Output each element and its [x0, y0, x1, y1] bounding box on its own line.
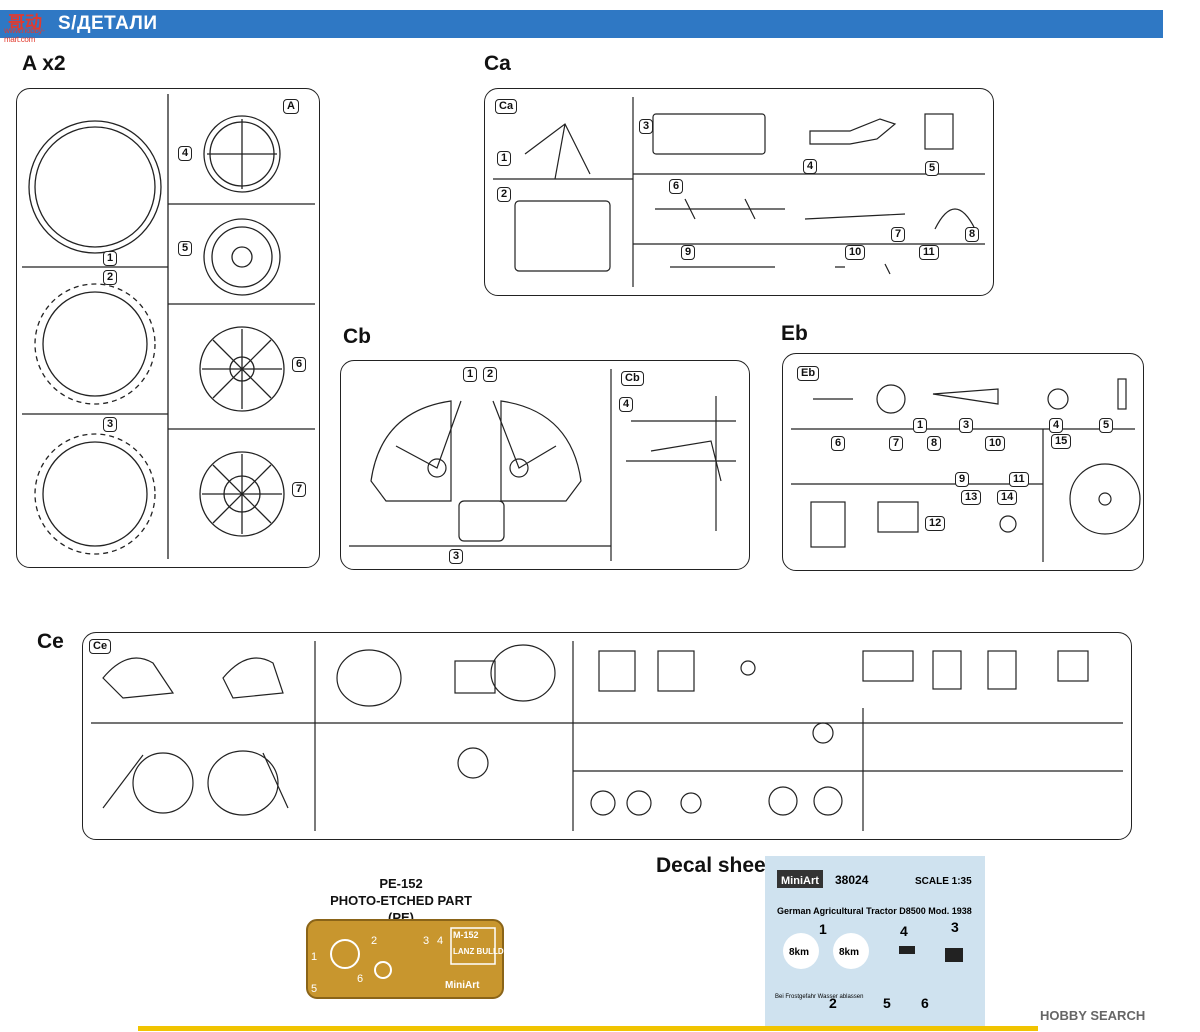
- section-label-ce: Ce: [37, 630, 64, 653]
- part-label: 8: [965, 227, 980, 242]
- part-label: 3: [959, 418, 974, 433]
- decal-drawing: MiniArt 38024 SCALE 1:35 German Agricult…: [775, 870, 972, 1011]
- part-label: 11: [919, 245, 939, 260]
- svg-text:5: 5: [311, 983, 317, 995]
- svg-text:38024: 38024: [835, 873, 869, 887]
- svg-text:LANZ BULLDOG: LANZ BULLDOG: [453, 947, 505, 956]
- sprue-eb: Eb 1 2 3 4 5 6 7 8 9 10 11 12 13 14 15: [782, 353, 1144, 571]
- part-label: 11: [1009, 472, 1029, 487]
- part-label: 9: [955, 472, 970, 487]
- svg-text:2: 2: [371, 935, 377, 947]
- sprue-tag-ca: Ca: [495, 99, 518, 114]
- part-label: 4: [803, 159, 818, 174]
- part-label: 14: [997, 490, 1018, 505]
- section-label-cb: Cb: [343, 325, 371, 348]
- part-label: 2: [483, 367, 498, 382]
- part-label: 4: [619, 397, 634, 412]
- part-label: 6: [831, 436, 846, 451]
- sprue-a: A 1 2 3 4 5 6 7: [16, 88, 320, 568]
- svg-text:6: 6: [921, 995, 929, 1011]
- part-label: 1: [497, 151, 512, 166]
- part-label: 7: [891, 227, 906, 242]
- part-label: 15: [1051, 434, 1072, 449]
- part-label: 10: [845, 245, 866, 260]
- svg-text:4: 4: [437, 935, 443, 947]
- svg-text:3: 3: [423, 935, 429, 947]
- sprue-tag-ce: Ce: [89, 639, 112, 654]
- svg-text:4: 4: [900, 923, 908, 939]
- sprue-a-drawing: [22, 94, 315, 559]
- sprue-ca: Ca 1 2 3 4 5 6 7 8 9 10 11: [484, 88, 994, 296]
- part-label: 10: [985, 436, 1006, 451]
- part-label: 3: [103, 417, 118, 432]
- part-label: 2: [497, 187, 512, 202]
- section-label-ca: Ca: [484, 52, 511, 75]
- part-label: 2: [103, 270, 118, 285]
- footer-rule: [138, 1026, 1038, 1031]
- decal-sheet: MiniArt 38024 SCALE 1:35 German Agricult…: [765, 856, 985, 1026]
- sprue-ce-drawing: [91, 641, 1123, 831]
- part-label: 1: [913, 418, 928, 433]
- part-label: 3: [639, 119, 654, 134]
- svg-text:5: 5: [883, 995, 891, 1011]
- watermark-hobbysearch: HOBBY SEARCH: [1040, 1008, 1146, 1023]
- part-label: 5: [925, 161, 940, 176]
- part-label: 7: [292, 482, 307, 497]
- part-label: 9: [681, 245, 696, 260]
- decal-title: Decal sheet: [656, 854, 773, 877]
- part-label: 5: [178, 241, 193, 256]
- sprue-cb: 1 2 3 4 Cb: [340, 360, 750, 570]
- page-title: S/ДЕТАЛИ: [58, 13, 158, 34]
- svg-text:8km: 8km: [789, 947, 809, 958]
- part-label: 1: [463, 367, 478, 382]
- svg-text:1: 1: [819, 921, 827, 937]
- pe-fret: M-152 LANZ BULLDOG MiniArt 2 3 4 5 6 1: [306, 919, 505, 999]
- sprue-ce: Ce: [82, 632, 1132, 840]
- sprue-eb-drawing: [791, 378, 1141, 562]
- part-label: 4: [1049, 418, 1064, 433]
- svg-text:Bei Frostgefahr Wasser ablasse: Bei Frostgefahr Wasser ablassen: [775, 994, 863, 1000]
- watermark-logo: 哥动 www.hobby-mart.com: [4, 13, 45, 44]
- part-label: 13: [961, 490, 982, 505]
- section-label-eb: Eb: [781, 322, 808, 345]
- part-label: 8: [927, 436, 942, 451]
- svg-text:6: 6: [357, 973, 363, 985]
- part-label: 5: [1099, 418, 1114, 433]
- svg-text:German Agricultural Tractor D8: German Agricultural Tractor D8500 Mod. 1…: [777, 906, 972, 916]
- sprue-cb-drawing: [349, 369, 736, 561]
- sprue-ca-drawing: [493, 97, 985, 287]
- svg-text:MiniArt: MiniArt: [445, 980, 480, 991]
- svg-text:MiniArt: MiniArt: [781, 875, 819, 887]
- part-label: 6: [669, 179, 684, 194]
- part-label: 1: [103, 251, 118, 266]
- part-label: 7: [889, 436, 904, 451]
- header-bar: S/ДЕТАЛИ: [0, 10, 1163, 38]
- svg-text:SCALE 1:35: SCALE 1:35: [915, 876, 972, 887]
- part-label: 4: [178, 146, 193, 161]
- part-label: 3: [449, 549, 464, 564]
- svg-text:M-152: M-152: [453, 930, 479, 940]
- sprue-tag-eb: Eb: [797, 366, 820, 381]
- sprue-tag-cb: Cb: [621, 371, 644, 386]
- svg-text:3: 3: [951, 919, 959, 935]
- part-label: 6: [292, 357, 307, 372]
- svg-text:8km: 8km: [839, 947, 859, 958]
- section-label-a: A x2: [22, 52, 66, 75]
- svg-text:1: 1: [311, 951, 317, 963]
- sprue-tag-a: A: [283, 99, 299, 114]
- part-label: 12: [925, 516, 946, 531]
